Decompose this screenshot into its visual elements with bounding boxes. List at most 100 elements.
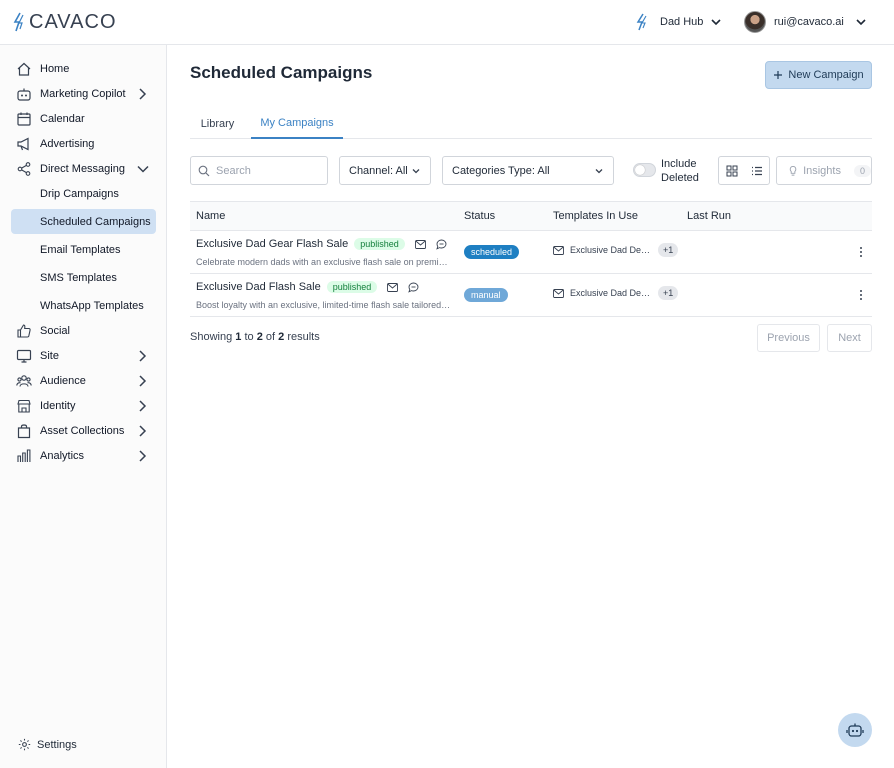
user-email: rui@cavaco.ai (774, 16, 844, 28)
new-campaign-button[interactable]: New Campaign (765, 61, 872, 89)
sidebar-item-label: Calendar (40, 112, 85, 125)
published-badge: published (354, 238, 405, 250)
cavaco-logo-icon (13, 12, 24, 32)
sidebar-sub-whatsapp-templates[interactable]: WhatsApp Templates (11, 293, 156, 318)
brand-logo[interactable]: CAVACO (13, 10, 117, 34)
templates-cell: Exclusive Dad Deals Email +1 (553, 286, 679, 300)
next-page-button[interactable]: Next (827, 324, 872, 352)
sidebar-item-label: Social (40, 324, 70, 337)
sidebar-item-label: Analytics (40, 449, 85, 462)
channel-select-value: Channel: All (349, 164, 408, 177)
tab-library[interactable]: Library (190, 108, 245, 139)
plus-icon (774, 71, 783, 79)
campaign-description: Boost loyalty with an exclusive, limited… (196, 300, 452, 310)
lightbulb-icon (789, 165, 797, 176)
sidebar-item-advertising[interactable]: Advertising (11, 131, 156, 156)
results-summary: Showing 1 to 2 of 2 results (190, 331, 320, 343)
channel-select[interactable]: Channel: All (339, 156, 431, 185)
chevron-down-icon (412, 168, 420, 173)
page-title: Scheduled Campaigns (190, 63, 373, 82)
sidebar-item-label: Direct Messaging (40, 162, 125, 175)
campaigns-table: Name Status Templates In Use Last Run Ex… (190, 201, 872, 317)
category-select-value: Categories Type: All (452, 164, 550, 177)
list-view-button[interactable] (744, 157, 769, 184)
search-box (190, 156, 328, 185)
campaign-description: Celebrate modern dads with an exclusive … (196, 257, 452, 267)
table-row[interactable]: Exclusive Dad Flash Sale published Boost… (190, 274, 872, 317)
sidebar-sub-drip-campaigns[interactable]: Drip Campaigns (11, 181, 156, 206)
campaign-name[interactable]: Exclusive Dad Flash Sale (196, 281, 321, 293)
sidebar-item-analytics[interactable]: Analytics (11, 443, 156, 468)
assistant-chat-button[interactable] (838, 713, 872, 747)
gear-icon (18, 738, 31, 751)
include-deleted-label: Include Deleted (661, 158, 699, 184)
tab-my-campaigns[interactable]: My Campaigns (251, 108, 343, 139)
showing-to-word: to (244, 331, 254, 343)
table-header: Name Status Templates In Use Last Run (190, 201, 872, 231)
showing-prefix: Showing (190, 331, 233, 343)
sidebar-sub-scheduled-campaigns[interactable]: Scheduled Campaigns (11, 209, 156, 234)
status-badge: scheduled (464, 245, 520, 259)
showing-results-word: results (287, 331, 320, 343)
chat-bubble-icon (408, 282, 419, 293)
more-options-icon[interactable] (856, 287, 866, 303)
more-templates-badge[interactable]: +1 (658, 286, 679, 300)
campaign-name-cell: Exclusive Dad Flash Sale published (196, 281, 419, 293)
avatar (744, 11, 766, 33)
settings-label: Settings (37, 738, 77, 751)
hub-switcher[interactable]: Dad Hub (636, 10, 723, 34)
campaign-name[interactable]: Exclusive Dad Gear Flash Sale (196, 238, 348, 250)
grid-view-button[interactable] (719, 157, 744, 184)
chevron-right-icon (139, 400, 147, 412)
column-header-last-run: Last Run (687, 210, 732, 222)
sidebar-item-identity[interactable]: Identity (11, 393, 156, 418)
campaign-name-cell: Exclusive Dad Gear Flash Sale published (196, 238, 447, 250)
template-name[interactable]: Exclusive Dad Deals Email (570, 245, 652, 255)
store-icon (16, 398, 32, 414)
email-icon (553, 245, 564, 255)
bag-icon (16, 423, 32, 439)
share-icon (16, 161, 32, 177)
sidebar-item-calendar[interactable]: Calendar (11, 106, 156, 131)
chat-bubble-icon (435, 239, 447, 250)
table-row[interactable]: Exclusive Dad Gear Flash Sale published … (190, 231, 872, 274)
sidebar-item-settings[interactable]: Settings (18, 738, 77, 751)
sidebar-item-site[interactable]: Site (11, 343, 156, 368)
chevron-right-icon (139, 350, 147, 362)
published-badge: published (326, 281, 378, 293)
email-icon (414, 239, 426, 249)
robot-icon (16, 86, 32, 102)
status-badge: manual (464, 288, 508, 302)
sidebar-item-label: Advertising (40, 137, 95, 150)
hub-label: Dad Hub (660, 16, 704, 28)
insights-button[interactable]: Insights 0 (776, 156, 872, 185)
column-header-templates: Templates In Use (553, 210, 638, 222)
sidebar-item-label: Home (40, 62, 70, 75)
more-options-icon[interactable] (856, 244, 866, 260)
chevron-right-icon (139, 425, 147, 437)
robot-icon (846, 723, 864, 737)
more-templates-badge[interactable]: +1 (658, 243, 679, 257)
search-input[interactable] (216, 164, 316, 177)
category-type-select[interactable]: Categories Type: All (442, 156, 614, 185)
previous-page-button[interactable]: Previous (757, 324, 820, 352)
brand-name: CAVACO (29, 10, 117, 33)
sidebar-item-label: Identity (40, 399, 76, 412)
sidebar-item-audience[interactable]: Audience (11, 368, 156, 393)
sidebar-sub-email-templates[interactable]: Email Templates (11, 237, 156, 262)
thumbs-up-icon (16, 323, 32, 339)
sidebar-item-home[interactable]: Home (11, 56, 156, 81)
sidebar-item-social[interactable]: Social (11, 318, 156, 343)
sidebar-item-direct-messaging[interactable]: Direct Messaging (11, 156, 156, 181)
view-switch (718, 156, 770, 185)
include-deleted-toggle[interactable] (633, 163, 656, 177)
chevron-down-icon (137, 165, 149, 173)
sidebar-item-asset-collections[interactable]: Asset Collections (11, 418, 156, 443)
sidebar-item-label: Asset Collections (40, 424, 125, 437)
sidebar-item-marketing-copilot[interactable]: Marketing Copilot (11, 81, 156, 106)
user-menu[interactable]: rui@cavaco.ai (744, 10, 868, 34)
sidebar-sub-sms-templates[interactable]: SMS Templates (11, 265, 156, 290)
template-name[interactable]: Exclusive Dad Deals Email (570, 288, 652, 298)
list-icon (751, 166, 762, 175)
chevron-right-icon (139, 375, 147, 387)
